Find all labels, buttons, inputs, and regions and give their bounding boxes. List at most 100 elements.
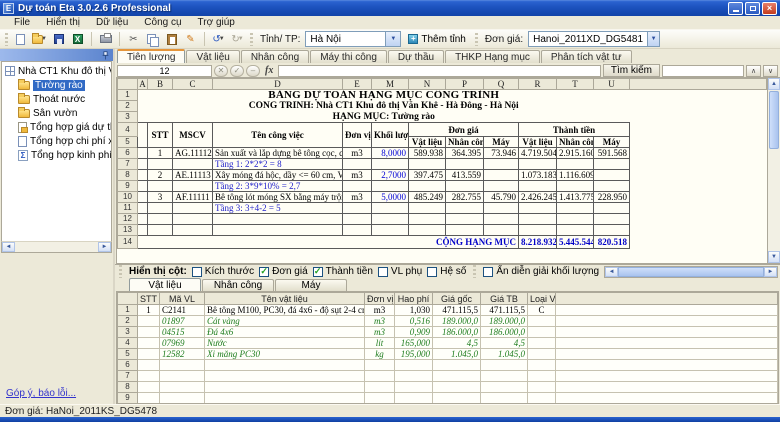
sheet-cell[interactable] <box>213 214 343 225</box>
sheet-cell[interactable]: 2.426.245 <box>519 192 557 203</box>
row-header[interactable]: 3 <box>118 327 138 338</box>
menu-cong-cu[interactable]: Công cụ <box>136 17 189 28</box>
sheet-cell[interactable]: 397.475 <box>409 170 446 181</box>
sheet-cell[interactable] <box>446 203 484 214</box>
grid-cell[interactable] <box>138 371 160 382</box>
grid-cell[interactable] <box>433 382 481 393</box>
grid-cell[interactable]: 01897 <box>160 316 205 327</box>
sheet-cell[interactable]: 73.946 <box>484 148 519 159</box>
row-header[interactable]: 1 <box>118 305 138 316</box>
formula-input[interactable] <box>278 65 601 77</box>
sheet-cell[interactable] <box>409 214 446 225</box>
sheet-cell[interactable]: 2,7000 <box>372 170 409 181</box>
grid-cell[interactable]: 471.115,5 <box>481 305 528 316</box>
row-header[interactable]: 7 <box>118 371 138 382</box>
sheet-cell[interactable] <box>148 159 173 170</box>
grid-cell[interactable] <box>395 382 433 393</box>
grid-cell[interactable] <box>205 360 365 371</box>
copy-icon[interactable] <box>144 31 161 47</box>
grid-cell[interactable] <box>160 371 205 382</box>
sheet-cell[interactable] <box>519 225 557 236</box>
menu-tro-giup[interactable]: Trợ giúp <box>190 17 243 28</box>
menu-du-lieu[interactable]: Dữ liệu <box>88 17 136 28</box>
grid-cell[interactable] <box>528 338 556 349</box>
grid-cell[interactable]: C2141 <box>160 305 205 316</box>
row-header[interactable]: 6 <box>118 148 138 159</box>
grid-cell[interactable]: 165,000 <box>395 338 433 349</box>
header-mscv[interactable]: MSCV <box>173 123 213 148</box>
header-ten-cong-viec[interactable]: Tên công việc <box>213 123 343 148</box>
checkbox-icon[interactable] <box>259 267 269 277</box>
total-nhan-cong[interactable]: 5.445.544 <box>557 236 594 249</box>
column-header[interactable]: R <box>519 79 557 90</box>
toolbar-grip[interactable] <box>250 33 253 46</box>
grid-cell[interactable]: Đá 4x6 <box>205 327 365 338</box>
sheet-cell[interactable] <box>343 159 372 170</box>
sheet-cell[interactable]: 282.755 <box>446 192 484 203</box>
column-header[interactable]: A <box>138 79 148 90</box>
confirm-entry-icon[interactable]: ✓ <box>230 65 244 77</box>
row-header[interactable]: 7 <box>118 159 138 170</box>
row-header[interactable]: 4 <box>118 123 138 137</box>
sheet-cell[interactable]: 2.915.160 <box>557 148 594 159</box>
row-header[interactable]: 8 <box>118 382 138 393</box>
sheet-cell[interactable] <box>557 225 594 236</box>
unitprice-select[interactable]: Hanoi_2011XD_DG5481 ▼ <box>528 31 660 47</box>
sheet-cell[interactable]: 364.395 <box>446 148 484 159</box>
subheader-may[interactable]: Máy <box>484 137 519 148</box>
grid-cell[interactable] <box>365 382 395 393</box>
cell-name-box[interactable]: 12 <box>117 65 212 77</box>
grid-cell[interactable] <box>365 393 395 404</box>
sheet-cell[interactable] <box>409 181 446 192</box>
grid-cell[interactable] <box>365 360 395 371</box>
total-vat-lieu[interactable]: 8.218.932 <box>519 236 557 249</box>
grid-cell[interactable]: 189.000,0 <box>481 316 528 327</box>
grid-cell[interactable] <box>138 338 160 349</box>
corner-cell[interactable] <box>118 293 138 305</box>
save-icon[interactable] <box>50 31 67 47</box>
grid-cell[interactable]: 1 <box>138 305 160 316</box>
tab-du-thau[interactable]: Dự thầu <box>388 50 444 63</box>
tree-item-san-vuon[interactable]: Sân vườn <box>2 106 111 120</box>
sheet-cell[interactable]: 2 <box>148 170 173 181</box>
category-title[interactable]: HẠNG MỤC: Tường rào <box>138 112 630 123</box>
sheet-cell[interactable] <box>173 225 213 236</box>
grid-cell[interactable] <box>528 382 556 393</box>
grid-cell[interactable] <box>205 393 365 404</box>
tree-horizontal-scrollbar[interactable]: ◄ ► <box>1 241 112 253</box>
search-next-icon[interactable]: ∨ <box>763 65 778 77</box>
sheet-cell[interactable] <box>343 181 372 192</box>
pin-icon[interactable] <box>101 51 110 60</box>
row-header[interactable]: 10 <box>118 192 138 203</box>
toggle-he-so[interactable]: Hệ số <box>427 266 466 277</box>
sheet-cell[interactable] <box>594 214 630 225</box>
total-may[interactable]: 820.518 <box>594 236 630 249</box>
grid-cell[interactable] <box>395 371 433 382</box>
grid-cell[interactable] <box>481 393 528 404</box>
grid-cell[interactable]: C <box>528 305 556 316</box>
grid-cell[interactable]: kg <box>365 349 395 360</box>
tree-item-tong-hop-kinh-phi[interactable]: Σ Tổng hợp kinh phí <box>2 148 111 162</box>
sheet-cell[interactable] <box>372 214 409 225</box>
sheet-cell[interactable]: AF.11111 <box>173 192 213 203</box>
sheet-cell[interactable] <box>484 214 519 225</box>
scroll-up-icon[interactable]: ▲ <box>768 78 780 90</box>
sheet-cell[interactable] <box>138 192 148 203</box>
row-header[interactable]: 5 <box>118 349 138 360</box>
sheet-cell[interactable]: 8,0000 <box>372 148 409 159</box>
grid-cell[interactable] <box>138 382 160 393</box>
column-header[interactable]: N <box>409 79 446 90</box>
grid-cell[interactable]: 186.000,0 <box>481 327 528 338</box>
toolbar-grip[interactable] <box>473 265 476 278</box>
sheet-cell[interactable] <box>557 159 594 170</box>
sheet-cell[interactable] <box>519 181 557 192</box>
search-prev-icon[interactable]: ∧ <box>746 65 761 77</box>
checkbox-icon[interactable] <box>313 267 323 277</box>
sheet-cell[interactable] <box>446 159 484 170</box>
sheet-cell[interactable] <box>173 214 213 225</box>
header-hao-phi[interactable]: Hao phí <box>395 293 433 305</box>
grid-cell[interactable] <box>433 371 481 382</box>
tree-item-tuong-rao[interactable]: Tường rào <box>2 78 111 92</box>
paste-icon[interactable] <box>163 31 180 47</box>
tab-thkp-hang-muc[interactable]: THKP Hạng mục <box>445 50 540 63</box>
